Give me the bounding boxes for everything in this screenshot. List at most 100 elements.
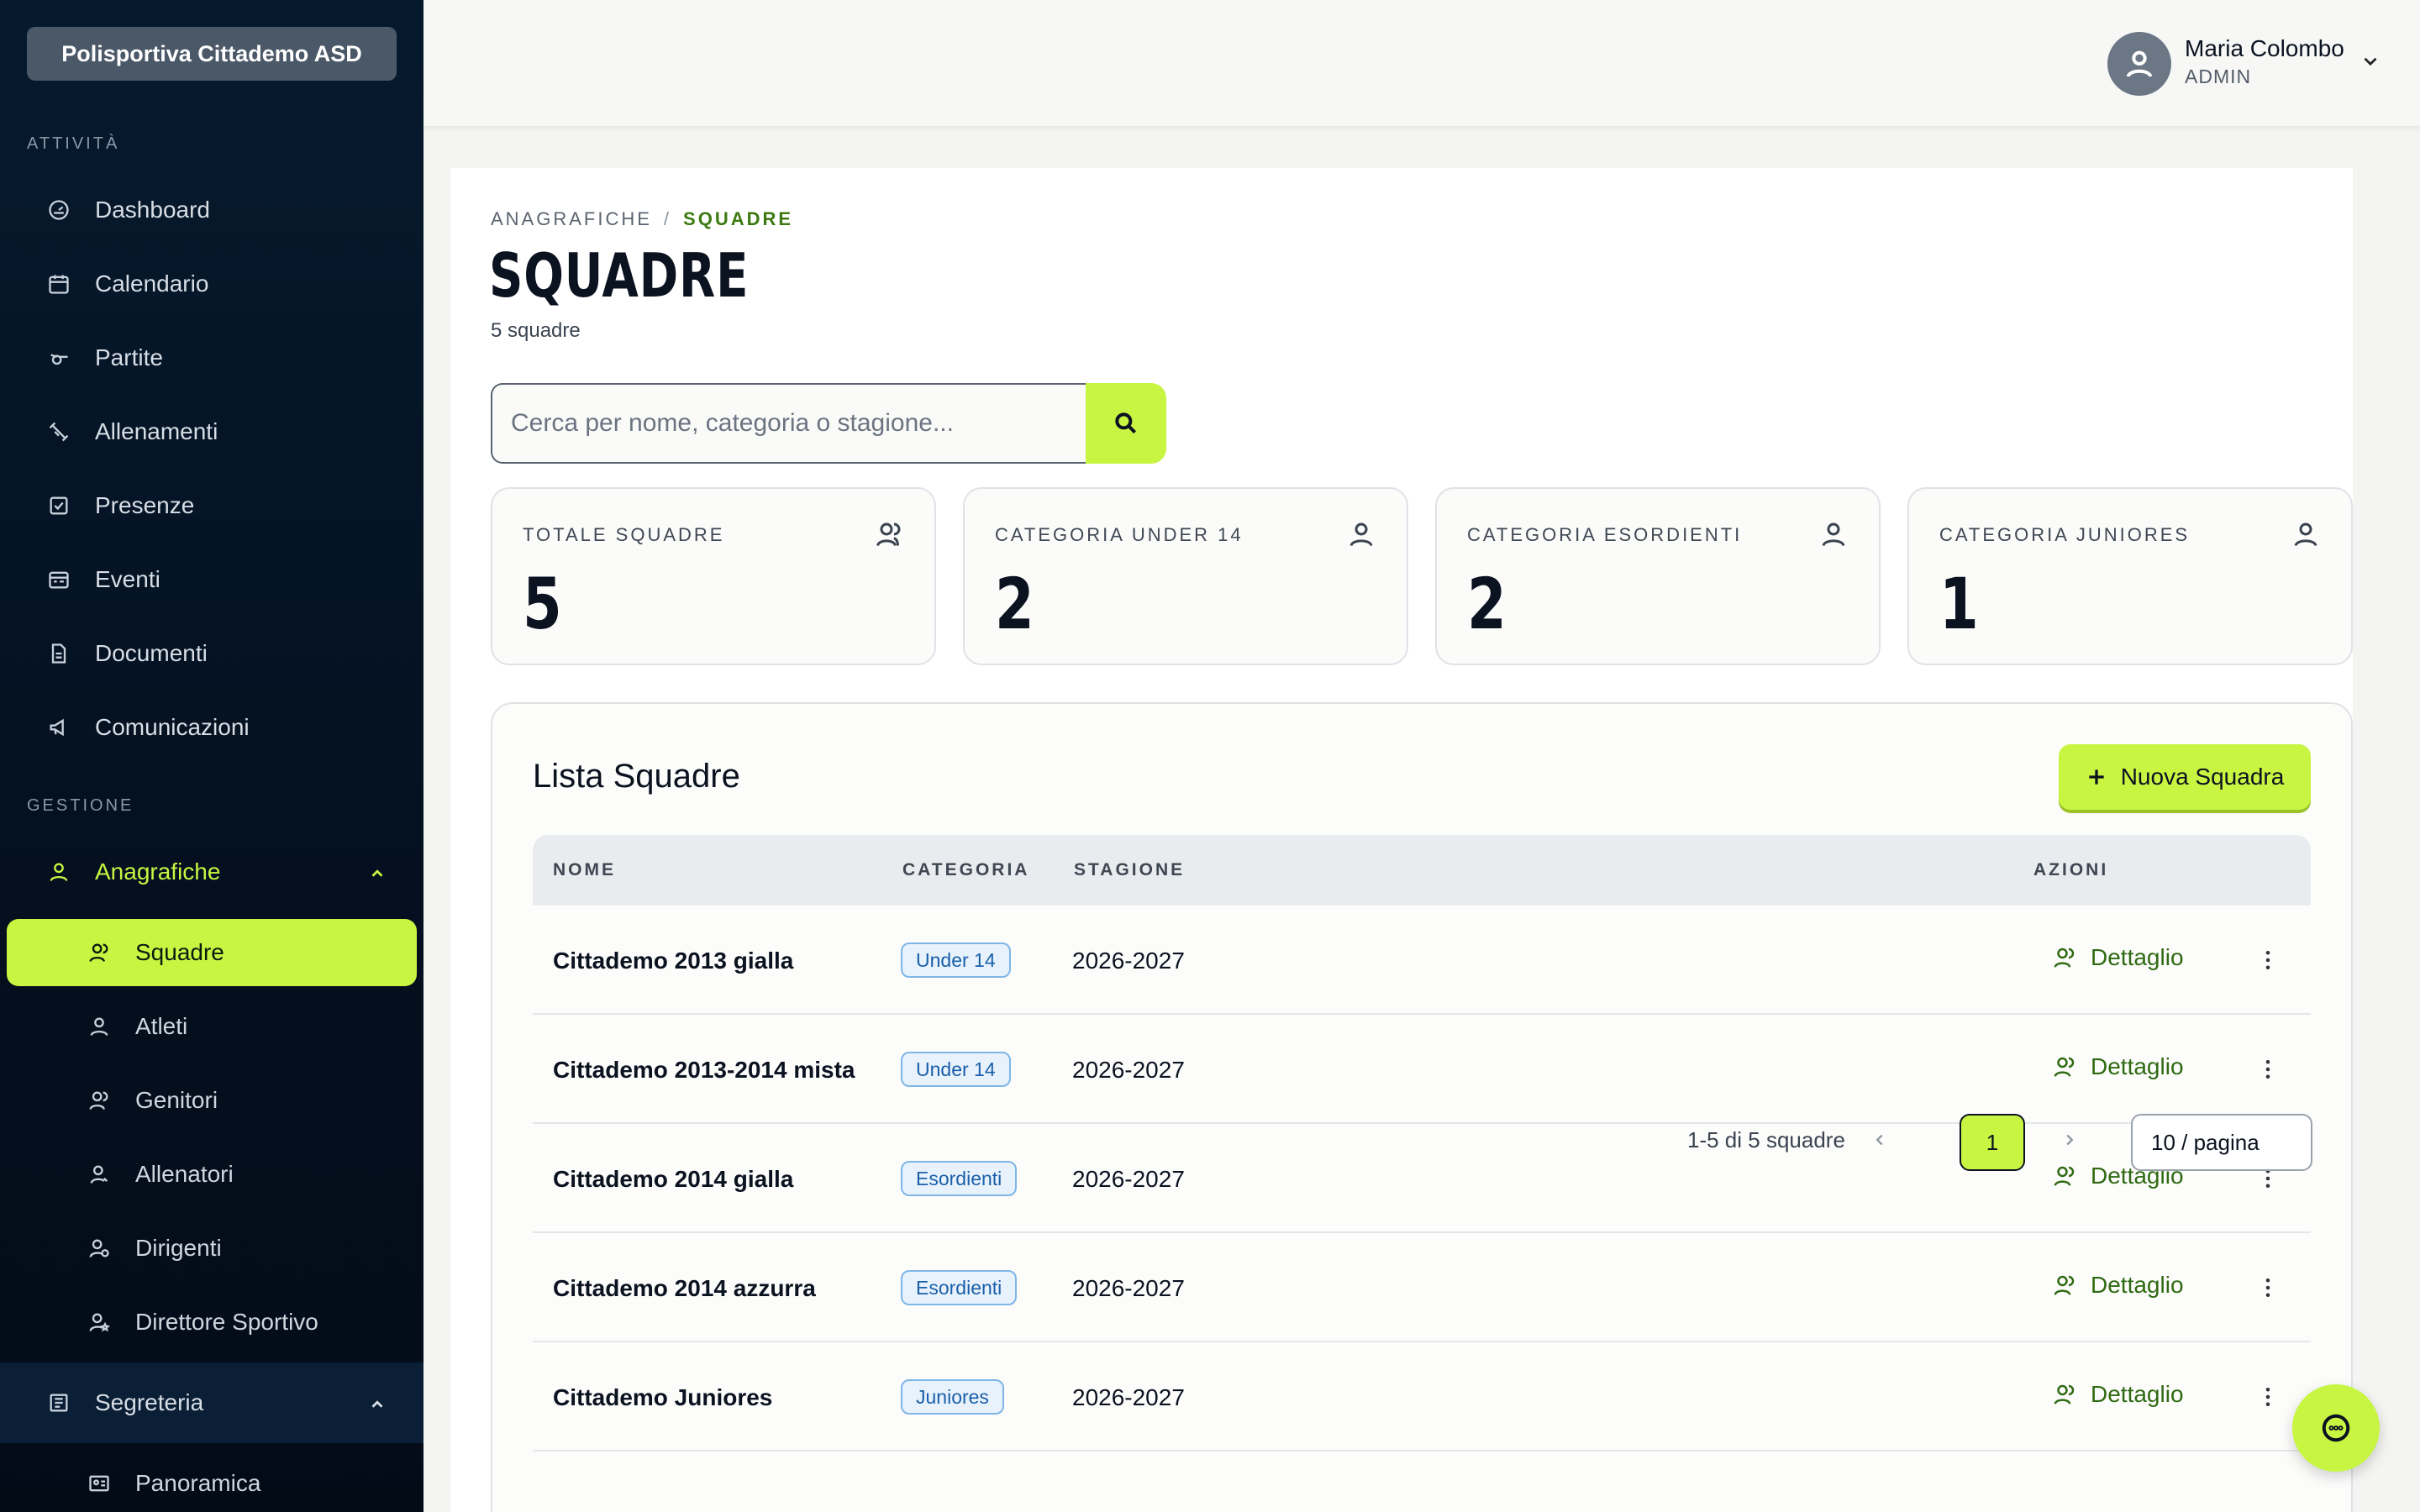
category-badge: Esordienti (901, 1161, 1018, 1196)
table-row[interactable]: Cittademo 2014 gialla Esordienti 2026-20… (533, 1124, 2311, 1233)
sidebar-group-segreteria[interactable]: Segreteria (0, 1366, 424, 1440)
sidebar: Polisportiva Cittademo ASD ATTIVITÀ Dash… (0, 0, 424, 1512)
calendar-icon (46, 271, 71, 297)
plus-icon (2089, 769, 2104, 785)
page-size-select[interactable]: 10 / pagina (2131, 1114, 2312, 1171)
user-icon (1818, 519, 1849, 554)
chat-button[interactable] (2292, 1384, 2380, 1472)
user-star-icon (87, 1310, 112, 1335)
detail-link[interactable]: Dettaglio (2052, 944, 2184, 971)
category-badge: Juniores (901, 1379, 1004, 1415)
user-icon (87, 1014, 112, 1039)
chevron-right-icon[interactable] (2060, 1131, 2079, 1153)
sidebar-item-dirigenti[interactable]: Dirigenti (0, 1215, 424, 1282)
more-vertical-icon[interactable] (2255, 1057, 2281, 1086)
column-header-categoria[interactable]: CATEGORIA (902, 860, 1029, 880)
user-role: ADMIN (2185, 66, 2252, 87)
table-row[interactable]: Cittademo 2013 gialla Under 14 2026-2027… (533, 906, 2311, 1015)
megaphone-icon (46, 715, 71, 740)
calendar-event-icon (46, 567, 71, 592)
users-icon (2054, 948, 2075, 968)
breadcrumb: ANAGRAFICHE / SQUADRE (491, 208, 793, 230)
season: 2026-2027 (1072, 1166, 1185, 1192)
sidebar-item-documenti[interactable]: Documenti (0, 617, 424, 690)
pagination-info: 1-5 di 5 squadre (1687, 1127, 1845, 1152)
more-vertical-icon[interactable] (2255, 948, 2281, 977)
stat-label: TOTALE SQUADRE (523, 524, 725, 545)
category-badge: Under 14 (901, 942, 1011, 978)
sidebar-group-anagrafiche[interactable]: Anagrafiche (0, 835, 424, 909)
detail-label: Dettaglio (2091, 1053, 2184, 1079)
stat-value: 2 (1467, 563, 1507, 645)
team-name: Cittademo 2013-2014 mista (553, 1057, 855, 1083)
stat-card-totale: TOTALE SQUADRE 5 (491, 487, 936, 665)
team-name: Cittademo 2013 gialla (553, 948, 794, 974)
chevron-down-icon[interactable] (2360, 50, 2381, 76)
org-name-badge[interactable]: Polisportiva Cittademo ASD (27, 27, 397, 81)
season: 2026-2027 (1072, 1057, 1185, 1083)
chevron-left-icon[interactable] (1870, 1131, 1889, 1153)
team-name: Cittademo Juniores (553, 1384, 773, 1410)
sidebar-item-comunicazioni[interactable]: Comunicazioni (0, 690, 424, 764)
sidebar-item-allenatori[interactable]: Allenatori (0, 1141, 424, 1208)
sidebar-item-label: Eventi (95, 566, 160, 592)
column-header-stagione[interactable]: STAGIONE (1074, 860, 1185, 880)
detail-link[interactable]: Dettaglio (2052, 1053, 2184, 1080)
sidebar-item-dashboard[interactable]: Dashboard (0, 173, 424, 247)
users-icon (2054, 1057, 2075, 1077)
page-subtitle: 5 squadre (491, 319, 581, 342)
detail-link[interactable]: Dettaglio (2052, 1381, 2184, 1408)
sidebar-item-label: Squadre (135, 939, 224, 965)
detail-link[interactable]: Dettaglio (2052, 1272, 2184, 1299)
table-row[interactable]: Cittademo 2013-2014 mista Under 14 2026-… (533, 1015, 2311, 1124)
stat-card-under14: CATEGORIA UNDER 14 2 (963, 487, 1408, 665)
search-icon (1115, 412, 1137, 434)
sidebar-item-squadre[interactable]: Squadre (7, 919, 417, 986)
avatar[interactable] (2107, 32, 2171, 96)
chevron-up-icon (368, 1393, 387, 1420)
sidebar-item-allenamenti[interactable]: Allenamenti (0, 395, 424, 469)
user-icon (1346, 519, 1376, 554)
search-input[interactable] (491, 383, 1086, 464)
sidebar-item-direttore-sportivo[interactable]: Direttore Sportivo (0, 1289, 424, 1356)
category-badge: Under 14 (901, 1052, 1011, 1087)
sidebar-item-panoramica[interactable]: Panoramica (0, 1450, 424, 1512)
table-row[interactable]: Cittademo Juniores Juniores 2026-2027 De… (533, 1342, 2311, 1452)
chat-icon (2322, 1414, 2350, 1442)
sidebar-item-atleti[interactable]: Atleti (0, 993, 424, 1060)
sidebar-item-label: Genitori (135, 1087, 218, 1113)
season: 2026-2027 (1072, 1384, 1185, 1410)
sidebar-item-label: Presenze (95, 492, 195, 518)
sidebar-item-label: Comunicazioni (95, 714, 250, 740)
user-name[interactable]: Maria Colombo (2185, 35, 2344, 62)
user-gear-icon (87, 1236, 112, 1261)
stat-card-esordienti: CATEGORIA ESORDIENTI 2 (1435, 487, 1881, 665)
more-vertical-icon[interactable] (2255, 1275, 2281, 1305)
main-content: ANAGRAFICHE / SQUADRE SQUADRE 5 squadre TO… (450, 168, 2353, 1512)
sidebar-item-presenze[interactable]: Presenze (0, 469, 424, 543)
sidebar-item-label: Partite (95, 344, 163, 370)
sidebar-item-label: Allenamenti (95, 418, 218, 444)
sidebar-item-label: Atleti (135, 1013, 188, 1039)
sidebar-item-label: Dashboard (95, 197, 210, 223)
column-header-nome[interactable]: NOME (553, 860, 616, 880)
sidebar-item-label: Documenti (95, 640, 208, 666)
pagination-current-page[interactable]: 1 (1960, 1114, 2025, 1171)
breadcrumb-parent[interactable]: ANAGRAFICHE (491, 208, 652, 229)
sidebar-item-partite[interactable]: Partite (0, 321, 424, 395)
sidebar-item-genitori[interactable]: Genitori (0, 1067, 424, 1134)
dumbbell-icon (46, 419, 71, 444)
list-title: Lista Squadre (533, 758, 740, 795)
page-title: SQUADRE (489, 240, 750, 311)
table-row[interactable]: Cittademo 2014 azzurra Esordienti 2026-2… (533, 1233, 2311, 1342)
sidebar-item-label: Panoramica (135, 1470, 261, 1496)
category-badge: Esordienti (901, 1270, 1018, 1305)
sidebar-item-eventi[interactable]: Eventi (0, 543, 424, 617)
breadcrumb-separator: / (663, 208, 672, 229)
sidebar-item-calendario[interactable]: Calendario (0, 247, 424, 321)
search-button[interactable] (1086, 383, 1166, 464)
season: 2026-2027 (1072, 1275, 1185, 1301)
new-team-button[interactable]: Nuova Squadra (2059, 744, 2311, 810)
more-vertical-icon[interactable] (2255, 1384, 2281, 1414)
user-edit-icon (87, 1162, 112, 1187)
